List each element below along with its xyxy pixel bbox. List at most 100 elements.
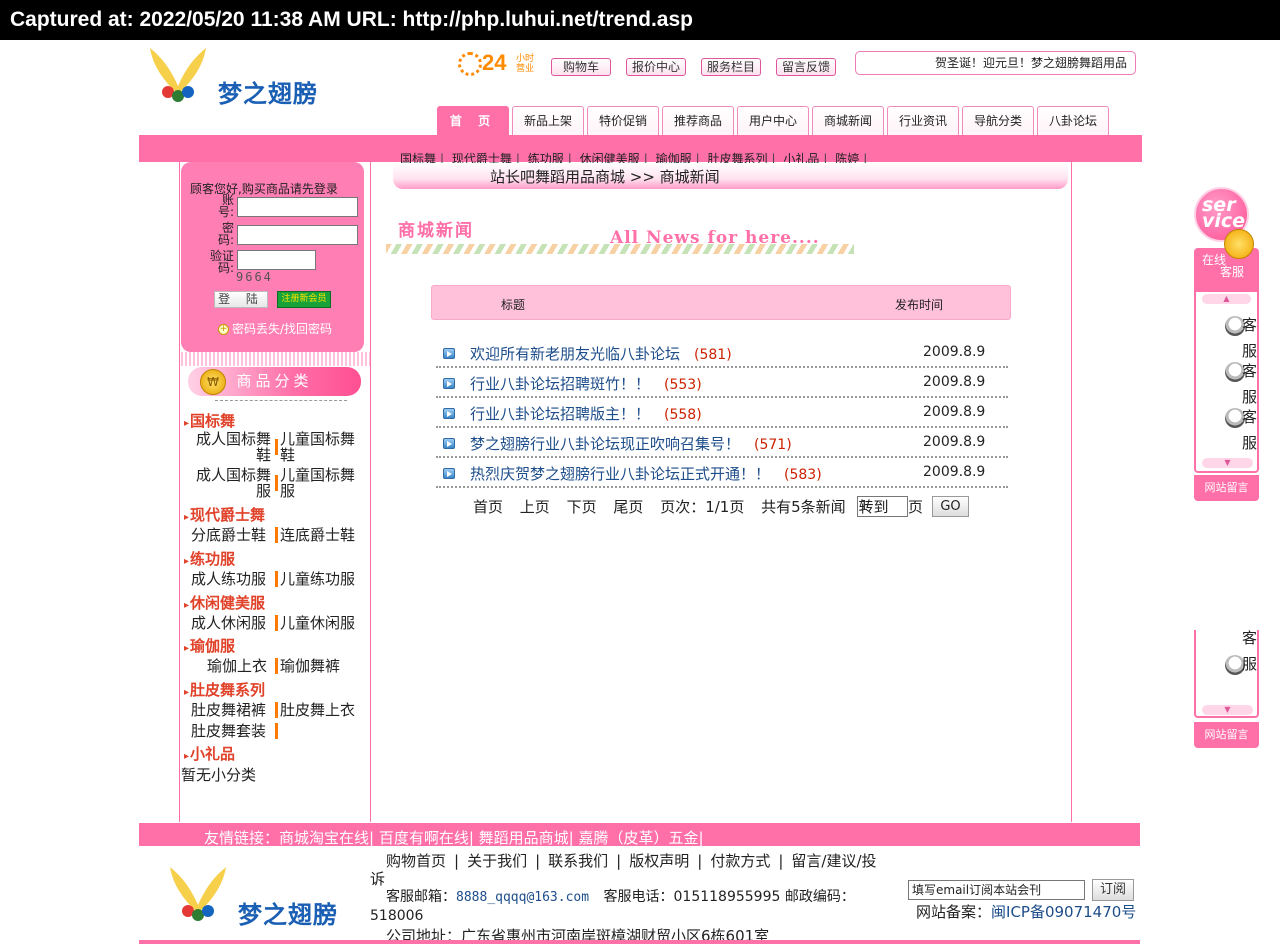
cart-link[interactable]: 购物车 <box>551 58 611 76</box>
subcategory-link[interactable]: 肚皮舞裙裤 <box>191 702 266 718</box>
table-row[interactable]: 行业八卦论坛招聘斑竹！！ (553) 2009.8.9 <box>436 368 1008 398</box>
news-date: 2009.8.9 <box>923 464 986 480</box>
service-agent-link[interactable]: 客服 <box>1194 404 1262 456</box>
first-page-link[interactable]: 首页 <box>473 498 503 516</box>
site-message-link-lower[interactable]: 网站留言 <box>1194 722 1259 748</box>
wings-logo-icon <box>150 48 206 102</box>
table-row[interactable]: 热烈庆贺梦之翅膀行业八卦论坛正式开通！！ (583) 2009.8.9 <box>436 458 1008 488</box>
news-title-link[interactable]: 欢迎所有新老朋友光临八卦论坛 <box>470 345 680 363</box>
login-button[interactable]: 登 陆 <box>214 291 268 308</box>
scroll-up-icon[interactable]: ▲ <box>1202 294 1251 304</box>
site-message-link[interactable]: 网站留言 <box>1194 475 1259 501</box>
service-label: 客服 <box>1220 265 1245 279</box>
subcategory-link[interactable]: 分底爵士鞋 <box>191 527 266 543</box>
view-count: (581) <box>694 347 732 363</box>
footer-logo[interactable]: 梦之翅膀 <box>168 865 348 935</box>
subcategory-link[interactable]: 儿童练功服 <box>280 571 355 587</box>
last-page-link[interactable]: 尾页 <box>613 498 643 516</box>
news-date: 2009.8.9 <box>923 374 986 390</box>
service-agent-link[interactable]: 客服 <box>1194 312 1262 364</box>
notice-marquee: 贺圣诞！迎元旦！梦之翅膀舞蹈用品 <box>855 51 1136 75</box>
separator <box>275 702 278 718</box>
view-count: (553) <box>664 377 702 393</box>
separator <box>275 658 278 674</box>
contact-info: 客服邮箱：8888_qqqq@163.com 客服电话：015118955995… <box>370 888 900 925</box>
footer-link[interactable]: 联系我们 <box>548 852 608 870</box>
tab-user-center[interactable]: 用户中心 <box>737 106 809 135</box>
subcategory-link[interactable]: 成人国标舞服 <box>191 467 271 499</box>
next-page-link[interactable]: 下页 <box>567 498 597 516</box>
news-title-link[interactable]: 行业八卦论坛招聘斑竹！！ <box>470 375 650 393</box>
table-row[interactable]: 行业八卦论坛招聘版主！！ (558) 2009.8.9 <box>436 398 1008 428</box>
separator <box>275 723 278 739</box>
account-input[interactable] <box>237 197 358 217</box>
category-bellydance[interactable]: 肚皮舞系列 <box>184 679 265 700</box>
footer-link[interactable]: 版权声明 <box>629 852 689 870</box>
footer-link[interactable]: 关于我们 <box>467 852 527 870</box>
subcategory-link[interactable]: 成人休闲服 <box>191 615 266 631</box>
captcha-input[interactable] <box>237 250 316 270</box>
news-date: 2009.8.9 <box>923 344 986 360</box>
category-jazz[interactable]: 现代爵士舞 <box>184 504 265 525</box>
subcategory-link[interactable]: 儿童国标舞服 <box>280 467 362 499</box>
subcategory-link[interactable]: 肚皮舞套装 <box>191 723 266 739</box>
feedback-link[interactable]: 留言反馈 <box>776 58 836 76</box>
service-agent-link[interactable]: 客服 <box>1194 358 1262 410</box>
table-row[interactable]: 梦之翅膀行业八卦论坛现正吹响召集号！ (571) 2009.8.9 <box>436 428 1008 458</box>
category-practice[interactable]: 练功服 <box>184 548 235 569</box>
tab-recommended[interactable]: 推荐商品 <box>662 106 734 135</box>
subcategory-link[interactable]: 瑜伽舞裤 <box>280 658 340 674</box>
site-logo[interactable]: 梦之翅膀 <box>148 46 338 116</box>
main-column <box>371 162 1072 822</box>
subcategory-link[interactable]: 肚皮舞上衣 <box>280 702 355 718</box>
subcategory-link[interactable]: 成人国标舞鞋 <box>191 431 271 463</box>
go-button[interactable]: GO <box>932 496 969 517</box>
subcategory-link[interactable]: 瑜伽上衣 <box>207 658 267 674</box>
footer-border <box>139 940 1140 944</box>
service-column-link[interactable]: 服务栏目 <box>701 58 761 76</box>
news-title-link[interactable]: 热烈庆贺梦之翅膀行业八卦论坛正式开通！！ <box>470 465 770 483</box>
clock-icon <box>458 52 482 76</box>
service-agent-link[interactable]: 客服 <box>1194 625 1262 677</box>
tab-mall-news[interactable]: 商城新闻 <box>812 106 884 135</box>
subcategory-link[interactable]: 儿童休闲服 <box>280 615 355 631</box>
prev-page-link[interactable]: 上页 <box>520 498 550 516</box>
tab-nav-categories[interactable]: 导航分类 <box>962 106 1034 135</box>
scroll-down-icon[interactable]: ▼ <box>1202 705 1253 715</box>
section-subtitle: All News for here.... <box>610 228 820 248</box>
forgot-password-link[interactable]: + 密码丢失/找回密码 <box>218 320 332 337</box>
category-gifts[interactable]: 小礼品 <box>184 743 235 764</box>
tab-industry-news[interactable]: 行业资讯 <box>887 106 959 135</box>
logo-text: 梦之翅膀 <box>218 79 318 108</box>
footer-link[interactable]: 购物首页 <box>370 852 446 870</box>
friend-links[interactable]: 友情链接：商城淘宝在线| 百度有啊在线| 舞蹈用品商城| 嘉腾（皮革）五金| <box>204 827 704 848</box>
smile-icon <box>1224 229 1254 259</box>
category-ballroom[interactable]: 国标舞 <box>184 410 235 431</box>
table-row[interactable]: 欢迎所有新老朋友光临八卦论坛 (581) 2009.8.9 <box>436 338 1008 368</box>
tab-home[interactable]: 首 页 <box>437 106 509 135</box>
tab-new-arrivals[interactable]: 新品上架 <box>512 106 584 135</box>
footer-link[interactable]: 付款方式 <box>710 852 770 870</box>
mail-link[interactable]: 8888_qqqq@163.com <box>456 890 589 905</box>
subscribe-email-input[interactable]: 填写email订阅本站会刊 <box>908 880 1085 900</box>
subcategory-link[interactable]: 儿童国标舞鞋 <box>280 431 362 463</box>
subcategory-link[interactable]: 成人练功服 <box>191 571 266 587</box>
scroll-down-icon[interactable]: ▼ <box>1202 458 1253 468</box>
arrow-icon <box>443 348 455 359</box>
subscribe-button[interactable]: 订阅 <box>1092 879 1134 901</box>
subcategory-link[interactable]: 连底爵士鞋 <box>280 527 355 543</box>
category-leisure[interactable]: 休闲健美服 <box>184 592 265 613</box>
coin-icon: ₩ <box>200 369 226 395</box>
tab-forum[interactable]: 八卦论坛 <box>1037 106 1109 135</box>
news-title-link[interactable]: 梦之翅膀行业八卦论坛现正吹响召集号！ <box>470 435 740 453</box>
register-button[interactable]: 注册新会员 <box>277 291 331 308</box>
news-title-link[interactable]: 行业八卦论坛招聘版主！！ <box>470 405 650 423</box>
quote-center-link[interactable]: 报价中心 <box>626 58 686 76</box>
password-input[interactable] <box>237 225 358 245</box>
view-count: (571) <box>754 437 792 453</box>
pager: 首页 上页 下页 尾页 页次：1/1页 共有5条新闻 转到 <box>473 496 888 517</box>
icp-link[interactable]: 闽ICP备09071470号 <box>991 903 1136 921</box>
tab-specials[interactable]: 特价促销 <box>587 106 659 135</box>
category-yoga[interactable]: 瑜伽服 <box>184 635 235 656</box>
page-number-input[interactable]: 1 <box>857 496 908 517</box>
